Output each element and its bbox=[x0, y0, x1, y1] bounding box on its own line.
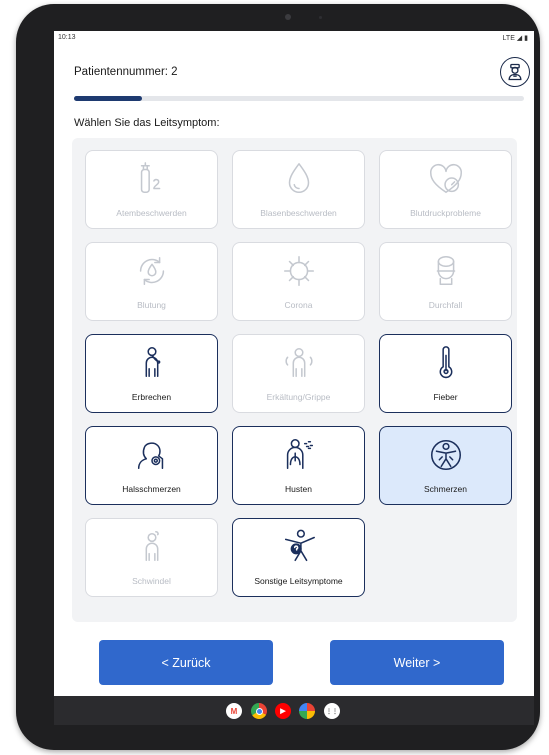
symptom-card-schwindel: Schwindel bbox=[85, 518, 218, 597]
sore-throat-icon bbox=[137, 442, 163, 470]
symptom-prompt: Wählen Sie das Leitsymptom: bbox=[74, 117, 220, 129]
apps-icon[interactable]: ⋮⋮ bbox=[324, 703, 340, 719]
symptom-icon-wrap bbox=[132, 435, 172, 475]
symptom-icon-wrap bbox=[279, 343, 319, 383]
symptom-label: Blutdruckprobleme bbox=[410, 208, 481, 218]
toilet-icon bbox=[436, 255, 455, 286]
symptom-card-halsschmerzen[interactable]: Halsschmerzen bbox=[85, 426, 218, 505]
symptom-label: Atembeschwerden bbox=[116, 208, 187, 218]
symptom-label: Schwindel bbox=[132, 576, 171, 586]
virus-icon bbox=[283, 255, 314, 287]
symptom-icon-wrap bbox=[132, 343, 172, 383]
lungs-cough-icon bbox=[286, 439, 313, 470]
heart-gauge-icon bbox=[429, 163, 462, 194]
status-time: 10:13 bbox=[58, 34, 76, 41]
symptom-card-erbrechen[interactable]: Erbrechen bbox=[85, 334, 218, 413]
next-button[interactable]: Weiter > bbox=[330, 640, 504, 685]
symptom-icon-wrap bbox=[279, 435, 319, 475]
symptom-card-atembeschwerden: Atembeschwerden bbox=[85, 150, 218, 229]
symptom-label: Fieber bbox=[433, 392, 458, 402]
symptom-card-corona: Corona bbox=[232, 242, 365, 321]
oxygen-tank-icon bbox=[140, 162, 160, 194]
symptom-label: Sonstige Leitsymptome bbox=[254, 576, 343, 586]
symptom-card-schmerzen[interactable]: Schmerzen bbox=[379, 426, 512, 505]
youtube-icon[interactable]: ▶ bbox=[275, 703, 291, 719]
back-button[interactable]: < Zurück bbox=[99, 640, 273, 685]
status-signal: LTE ◢ ▮ bbox=[502, 35, 528, 42]
blood-cycle-icon bbox=[139, 256, 164, 286]
pain-body-icon bbox=[430, 439, 461, 471]
symptom-card-erkältung-grippe: Erkältung/Grippe bbox=[232, 334, 365, 413]
symptom-icon-wrap bbox=[132, 159, 172, 199]
symptom-icon-wrap bbox=[279, 251, 319, 291]
symptom-icon-wrap bbox=[426, 251, 466, 291]
dizzy-person-icon bbox=[145, 531, 159, 562]
tablet-frame: 10:13 LTE ◢ ▮ Patientennummer: 2 Wählen … bbox=[16, 4, 540, 750]
symptom-card-durchfall: Durchfall bbox=[379, 242, 512, 321]
symptom-card-sonstige-leitsymptome[interactable]: Sonstige Leitsymptome bbox=[232, 518, 365, 597]
progress-fill bbox=[74, 96, 142, 101]
symptom-icon-wrap bbox=[279, 527, 319, 567]
symptom-label: Erkältung/Grippe bbox=[266, 392, 331, 402]
symptom-icon-wrap bbox=[132, 527, 172, 567]
thermometer-icon bbox=[439, 346, 452, 379]
symptom-icon-wrap bbox=[426, 435, 466, 475]
symptom-card-blutdruckprobleme: Blutdruckprobleme bbox=[379, 150, 512, 229]
chrome-icon[interactable] bbox=[251, 703, 267, 719]
symptom-label: Schmerzen bbox=[424, 484, 467, 494]
symptom-card-fieber[interactable]: Fieber bbox=[379, 334, 512, 413]
symptom-label: Corona bbox=[284, 300, 313, 310]
symptom-label: Blasenbeschwerden bbox=[260, 208, 337, 218]
symptom-label: Halsschmerzen bbox=[122, 484, 181, 494]
symptom-icon-wrap bbox=[426, 159, 466, 199]
photos-icon[interactable] bbox=[299, 703, 315, 719]
symptom-card-husten[interactable]: Husten bbox=[232, 426, 365, 505]
symptom-label: Blutung bbox=[137, 300, 166, 310]
symptom-icon-wrap bbox=[279, 159, 319, 199]
status-bar: 10:13 LTE ◢ ▮ bbox=[54, 31, 534, 45]
symptom-label: Durchfall bbox=[428, 300, 463, 310]
patient-number-title: Patientennummer: 2 bbox=[74, 66, 178, 78]
cold-person-icon bbox=[284, 347, 313, 378]
gmail-icon[interactable]: M bbox=[226, 703, 242, 719]
camera-lens bbox=[285, 14, 291, 20]
doctor-icon bbox=[508, 63, 522, 81]
person-question-icon bbox=[284, 529, 315, 562]
sensor-dot bbox=[319, 16, 322, 19]
progress-bar bbox=[74, 96, 524, 101]
symptom-grid: Atembeschwerden Blasenbeschwerden Blutdruc… bbox=[72, 138, 517, 622]
app-screen: 10:13 LTE ◢ ▮ Patientennummer: 2 Wählen … bbox=[54, 31, 534, 725]
symptom-label: Husten bbox=[285, 484, 312, 494]
symptom-card-blasenbeschwerden: Blasenbeschwerden bbox=[232, 150, 365, 229]
symptom-icon-wrap bbox=[132, 251, 172, 291]
doctor-avatar-button[interactable] bbox=[500, 57, 530, 87]
vomiting-person-icon bbox=[145, 347, 160, 378]
symptom-icon-wrap bbox=[426, 343, 466, 383]
symptom-card-blutung: Blutung bbox=[85, 242, 218, 321]
android-nav-bar bbox=[54, 696, 534, 725]
symptom-label: Erbrechen bbox=[131, 392, 172, 402]
droplet-icon bbox=[288, 163, 309, 194]
